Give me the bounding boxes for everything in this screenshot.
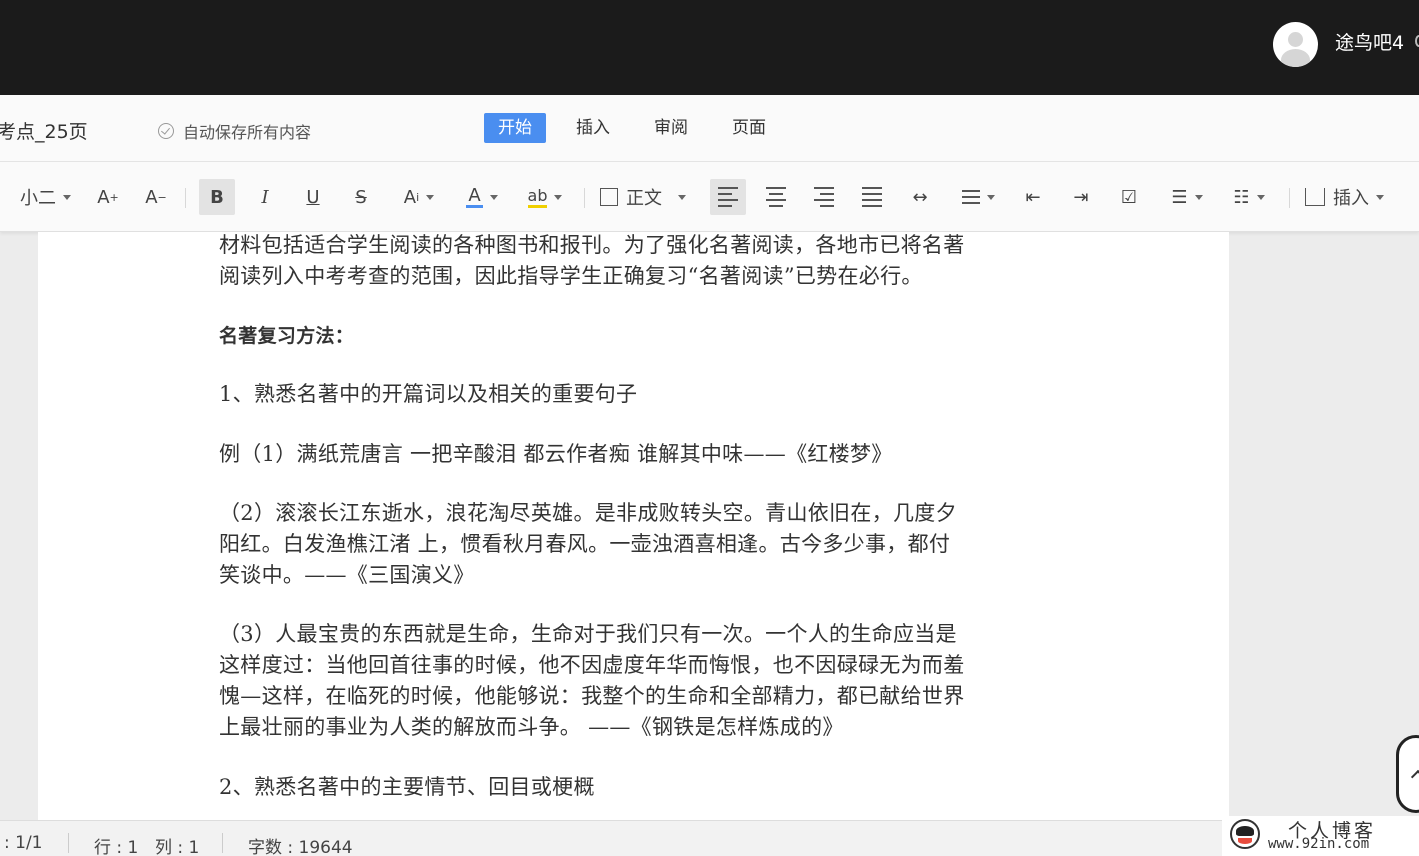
chevron-down-icon — [678, 194, 686, 200]
status-bar: : 1/1 行 : 1 列 : 1 字数 : 19644 — [0, 820, 1419, 856]
autosave-status: 自动保存所有内容 — [158, 119, 311, 143]
user-avatar[interactable] — [1273, 22, 1318, 67]
align-center-icon[interactable] — [762, 179, 790, 215]
paragraph-style-value: 正文 — [626, 188, 662, 209]
insert-label: 插入 — [1333, 188, 1369, 209]
line-spacing-icon[interactable] — [954, 179, 1002, 215]
underline-icon[interactable]: U — [299, 179, 327, 215]
chevron-down-icon — [554, 194, 563, 200]
autosave-label: 自动保存所有内容 — [183, 123, 312, 142]
user-menu-icon[interactable] — [1415, 35, 1419, 47]
distributed-icon[interactable]: ↔ — [906, 179, 934, 215]
insert-icon — [1305, 188, 1325, 206]
column-indicator: 列 : 1 — [155, 838, 200, 856]
word-count: 字数 : 19644 — [248, 838, 353, 856]
chevron-down-icon — [986, 194, 995, 200]
superscript-icon[interactable]: Ai — [396, 179, 442, 215]
chevron-down-icon — [489, 194, 498, 200]
tab-review[interactable]: 审阅 — [640, 113, 702, 143]
bold-icon[interactable]: B — [199, 179, 235, 215]
tab-insert[interactable]: 插入 — [562, 113, 624, 143]
document-title[interactable]: 考点_25页 — [0, 117, 88, 144]
paragraph: （2）滚滚长江东逝水，浪花淘尽英雄。是非成败转头空。青山依旧在，几度夕 — [219, 501, 957, 525]
checkbox-icon[interactable]: ☑ — [1115, 179, 1143, 215]
chevron-down-icon — [63, 194, 71, 200]
align-left-icon[interactable] — [710, 179, 746, 215]
font-increase-icon[interactable]: A + — [94, 179, 122, 215]
menu-bar: 考点_25页 自动保存所有内容 开始 插入 审阅 页面 — [0, 95, 1419, 162]
indent-icon[interactable]: ⇥ — [1067, 179, 1095, 215]
bullet-list-icon[interactable]: ☰ — [1164, 179, 1210, 215]
chevron-down-icon — [1256, 194, 1265, 200]
check-circle-icon — [158, 123, 174, 139]
chevron-down-icon — [1376, 194, 1384, 200]
top-header: 途鸟吧4 — [0, 0, 1419, 95]
collapse-panel-button[interactable] — [1396, 735, 1419, 813]
status-divider — [222, 833, 223, 853]
paragraph: 愧—这样，在临死的时候，他能够说：我整个的生命和全部精力，都已献给世界 — [219, 684, 965, 708]
font-decrease-icon[interactable]: A − — [142, 179, 170, 215]
align-right-icon[interactable] — [810, 179, 838, 215]
watermark-url: www.92in.com — [1268, 836, 1370, 852]
formatting-toolbar: 小二 A + A − B I U S Ai A ab 正文 ↔ ⇤ ⇥ ☑ ☰ ☷ … — [0, 162, 1419, 232]
toolbar-divider — [185, 188, 186, 208]
avatar-body-shape — [1281, 49, 1310, 67]
highlight-icon[interactable]: ab — [522, 179, 568, 215]
paragraph: 1、熟悉名著中的开篇词以及相关的重要句子 — [219, 382, 638, 406]
paragraph: 这样度过：当他回首往事的时候，他不因虚度年华而悔恨，也不因碌碌无为而羞 — [219, 653, 965, 677]
paragraph: 材料包括适合学生阅读的各种图书和报刊。为了强化名著阅读，各地市已将名著 — [219, 233, 965, 257]
panda-logo-icon — [1230, 819, 1260, 849]
toolbar-divider — [584, 188, 585, 208]
font-size-select[interactable]: 小二 — [20, 179, 76, 215]
page-indicator: : 1/1 — [4, 833, 43, 853]
paragraph: 2、熟悉名著中的主要情节、回目或梗概 — [219, 775, 595, 799]
tab-start[interactable]: 开始 — [484, 113, 546, 143]
username[interactable]: 途鸟吧4 — [1335, 28, 1404, 55]
avatar-head-shape — [1288, 32, 1303, 47]
paragraph: 阳红。白发渔樵江渚 上，惯看秋月春风。一壶浊酒喜相逢。古今多少事，都付 — [219, 532, 951, 556]
paragraph-style-select[interactable]: 正文 — [600, 179, 696, 215]
paragraph: 上最壮丽的事业为人类的解放而斗争。 ——《钢铁是怎样炼成的》 — [219, 715, 844, 739]
section-heading: 名著复习方法： — [219, 325, 355, 347]
chevron-down-icon — [426, 194, 435, 200]
blog-watermark: 个人博客 www.92in.com — [1222, 816, 1419, 856]
font-size-value: 小二 — [20, 188, 56, 209]
tab-page[interactable]: 页面 — [718, 113, 780, 143]
paragraph: 阅读列入中考考查的范围，因此指导学生正确复习“名著阅读”已势在必行。 — [219, 264, 923, 288]
paragraph: 例（1）满纸荒唐言 一把辛酸泪 都云作者痴 谁解其中味——《红楼梦》 — [219, 442, 893, 466]
strikethrough-icon[interactable]: S — [347, 179, 375, 215]
paragraph: 笑谈中。——《三国演义》 — [219, 563, 475, 587]
italic-icon[interactable]: I — [251, 179, 279, 215]
justify-icon[interactable] — [858, 179, 886, 215]
status-divider — [68, 833, 69, 853]
font-color-icon[interactable]: A — [460, 179, 504, 215]
paragraph: （3）人最宝贵的东西就是生命，生命对于我们只有一次。一个人的生命应当是 — [219, 622, 957, 646]
toolbar-divider — [1289, 188, 1290, 208]
insert-menu-button[interactable]: 插入 — [1305, 179, 1397, 215]
chevron-down-icon — [1194, 194, 1203, 200]
row-indicator: 行 : 1 — [94, 838, 139, 856]
outdent-icon[interactable]: ⇤ — [1019, 179, 1047, 215]
paragraph-style-icon — [600, 188, 618, 206]
numbered-list-icon[interactable]: ☷ — [1226, 179, 1272, 215]
